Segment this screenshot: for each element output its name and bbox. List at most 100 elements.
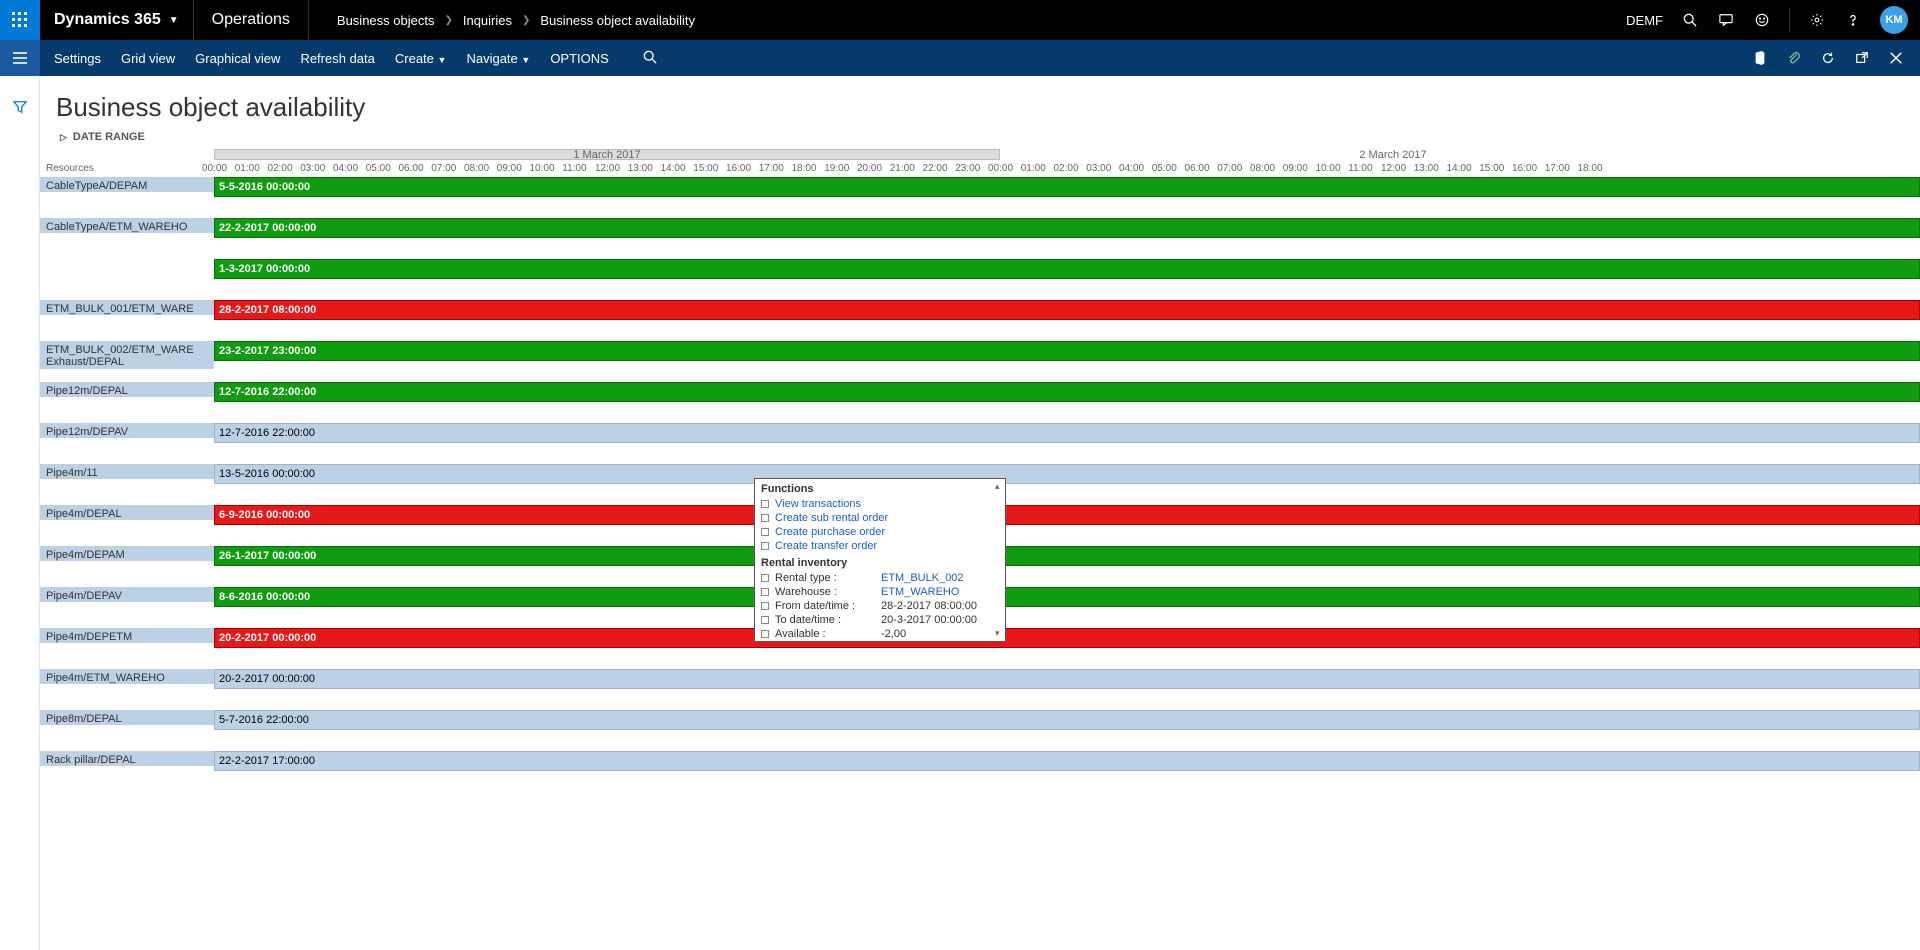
resource-label[interactable]: Pipe4m/ETM_WAREHO	[40, 669, 214, 684]
action-create[interactable]: Create ▼	[395, 51, 447, 66]
panel-kv-row: To date/time :20-3-2017 00:00:00	[755, 613, 1005, 627]
hour-tick: 05:00	[366, 163, 391, 174]
triangle-right-icon: ▷	[60, 132, 67, 143]
gantt-row: Pipe4m/ETM_WAREHO20-2-2017 00:00:00	[40, 669, 1920, 710]
crumb-3[interactable]: Business object availability	[540, 13, 695, 28]
action-graphical[interactable]: Graphical view	[195, 51, 280, 66]
gantt-bar[interactable]: 28-2-2017 08:00:00	[214, 300, 1920, 320]
close-icon[interactable]	[1888, 50, 1904, 66]
resource-label[interactable]: Pipe8m/DEPAL	[40, 710, 214, 725]
search-icon[interactable]	[1681, 11, 1699, 29]
app-launcher[interactable]	[0, 0, 40, 40]
hour-tick: 03:00	[1086, 163, 1111, 174]
gantt-bar[interactable]: 23-2-2017 23:00:00	[214, 341, 1920, 361]
feedback-icon[interactable]	[1717, 11, 1735, 29]
popout-icon[interactable]	[1854, 50, 1870, 66]
crumb-1[interactable]: Business objects	[337, 13, 435, 28]
gear-icon[interactable]	[1808, 11, 1826, 29]
attach-icon[interactable]	[1786, 50, 1802, 66]
bullet-icon	[761, 542, 769, 550]
resource-label[interactable]: CableTypeA/DEPAM	[40, 177, 214, 192]
hour-tick: 10:00	[530, 163, 555, 174]
company-code[interactable]: DEMF	[1626, 13, 1663, 28]
hour-tick: 14:00	[1447, 163, 1472, 174]
help-icon[interactable]	[1844, 11, 1862, 29]
resource-label[interactable]: Pipe4m/DEPAM	[40, 546, 214, 561]
page-title: Business object availability	[40, 76, 1920, 129]
panel-kv-row: From date/time :28-2-2017 08:00:00	[755, 599, 1005, 613]
hour-tick: 14:00	[661, 163, 686, 174]
scroll-down-icon[interactable]: ▾	[995, 628, 1003, 639]
hour-tick: 08:00	[1250, 163, 1275, 174]
hour-tick: 06:00	[399, 163, 424, 174]
hour-tick: 04:00	[333, 163, 358, 174]
gantt-bar[interactable]: 8-6-2016 00:00:00	[214, 587, 1920, 607]
gantt-bar[interactable]: 12-7-2016 22:00:00	[214, 382, 1920, 402]
crumb-2[interactable]: Inquiries	[463, 13, 512, 28]
hour-tick: 02:00	[1054, 163, 1079, 174]
office-icon[interactable]	[1752, 50, 1768, 66]
panel-function-link[interactable]: Create purchase order	[755, 525, 1005, 539]
resource-label[interactable]: Pipe4m/11	[40, 464, 214, 479]
top-bar: Dynamics 365 ▼ Operations Business objec…	[0, 0, 1920, 40]
breadcrumb: Business objects ❯ Inquiries ❯ Business …	[309, 13, 695, 28]
date-range-toggle[interactable]: ▷ DATE RANGE	[40, 129, 1920, 149]
brand-label: Dynamics 365	[54, 11, 161, 29]
gantt-row: Pipe8m/DEPAL5-7-2016 22:00:00	[40, 710, 1920, 751]
gantt-bar[interactable]: 5-5-2016 00:00:00	[214, 177, 1920, 197]
action-options[interactable]: OPTIONS	[550, 51, 609, 66]
panel-function-link[interactable]: Create sub rental order	[755, 511, 1005, 525]
hover-panel: ▴ ▾ Functions View transactionsCreate su…	[754, 478, 1006, 642]
resource-label[interactable]: Pipe4m/DEPAL	[40, 505, 214, 520]
gantt-bar[interactable]: 5-7-2016 22:00:00	[214, 710, 1920, 730]
smile-icon[interactable]	[1753, 11, 1771, 29]
action-settings[interactable]: Settings	[54, 51, 101, 66]
hour-tick: 17:00	[759, 163, 784, 174]
resource-label[interactable]: Pipe12m/DEPAV	[40, 423, 214, 438]
brand-menu[interactable]: Dynamics 365 ▼	[40, 0, 194, 40]
hour-tick: 18:00	[1578, 163, 1603, 174]
gantt-bar[interactable]: 13-5-2016 00:00:00	[214, 464, 1920, 484]
hour-tick: 01:00	[1021, 163, 1046, 174]
gantt-bar[interactable]: 20-2-2017 00:00:00	[214, 628, 1920, 648]
filter-icon[interactable]	[13, 100, 27, 117]
resource-label[interactable]: ETM_BULK_002/ETM_WAREExhaust/DEPAL	[40, 341, 214, 369]
gantt-bar[interactable]: 22-2-2017 17:00:00	[214, 751, 1920, 771]
avatar[interactable]: KM	[1880, 6, 1908, 34]
resource-label[interactable]: CableTypeA/ETM_WAREHO	[40, 218, 214, 233]
bullet-icon	[761, 574, 769, 582]
resource-label[interactable]: Rack pillar/DEPAL	[40, 751, 214, 766]
hour-tick: 06:00	[1185, 163, 1210, 174]
search-icon[interactable]	[643, 50, 657, 67]
hour-header: Resources 00:0001:0002:0003:0004:0005:00…	[40, 163, 1920, 177]
action-refresh[interactable]: Refresh data	[300, 51, 374, 66]
panel-kv-row: Warehouse :ETM_WAREHO	[755, 585, 1005, 599]
panel-function-link[interactable]: View transactions	[755, 497, 1005, 511]
day-label-2: 2 March 2017	[1000, 149, 1786, 161]
resource-label[interactable]: Pipe4m/DEPETM	[40, 628, 214, 643]
panel-function-link[interactable]: Create transfer order	[755, 539, 1005, 553]
gantt-bar[interactable]: 12-7-2016 22:00:00	[214, 423, 1920, 443]
scroll-up-icon[interactable]: ▴	[995, 481, 1003, 492]
gantt-bar[interactable]: 20-2-2017 00:00:00	[214, 669, 1920, 689]
day-header: 1 March 2017 2 March 2017	[40, 149, 1920, 163]
gantt-bar[interactable]: 26-1-2017 00:00:00	[214, 546, 1920, 566]
action-grid-view[interactable]: Grid view	[121, 51, 175, 66]
gantt-grid: 1 March 2017 2 March 2017 Resources 00:0…	[40, 149, 1920, 950]
resource-label[interactable]: Pipe4m/DEPAV	[40, 587, 214, 602]
panel-heading-functions: Functions	[755, 479, 1005, 497]
resource-label[interactable]: Pipe12m/DEPAL	[40, 382, 214, 397]
content: Business object availability ▷ DATE RANG…	[40, 76, 1920, 950]
refresh-icon[interactable]	[1820, 50, 1836, 66]
action-navigate[interactable]: Navigate ▼	[466, 51, 530, 66]
hour-tick: 03:00	[300, 163, 325, 174]
gantt-bar[interactable]: 6-9-2016 00:00:00	[214, 505, 1920, 525]
hour-tick: 04:00	[1119, 163, 1144, 174]
gantt-bar[interactable]: 1-3-2017 00:00:00	[214, 259, 1920, 279]
gantt-bar[interactable]: 22-2-2017 00:00:00	[214, 218, 1920, 238]
resource-label[interactable]: ETM_BULK_001/ETM_WARE	[40, 300, 214, 315]
gantt-row: Pipe12m/DEPAL12-7-2016 22:00:00	[40, 382, 1920, 423]
hour-tick: 07:00	[431, 163, 456, 174]
navpane-toggle[interactable]	[0, 40, 40, 76]
chevron-down-icon: ▼	[521, 55, 530, 65]
